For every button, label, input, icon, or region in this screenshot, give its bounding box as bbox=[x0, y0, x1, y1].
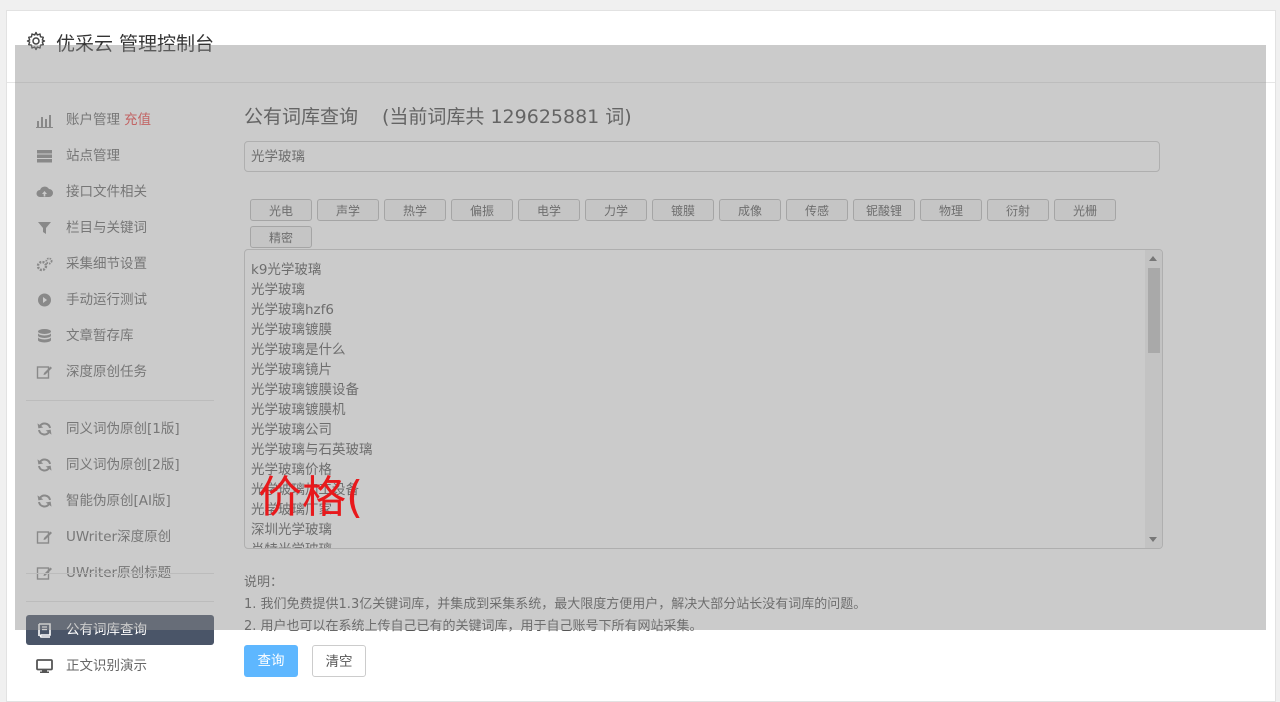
modal-overlay[interactable] bbox=[15, 45, 1266, 630]
monitor-icon bbox=[36, 659, 53, 673]
clear-button[interactable]: 清空 bbox=[312, 645, 366, 677]
sidebar-item-14[interactable]: 正文识别演示 bbox=[26, 651, 214, 681]
sidebar-item-label: 正文识别演示 bbox=[66, 658, 147, 674]
query-button[interactable]: 查询 bbox=[244, 645, 298, 677]
ime-composition-text: 价格( bbox=[258, 472, 364, 523]
